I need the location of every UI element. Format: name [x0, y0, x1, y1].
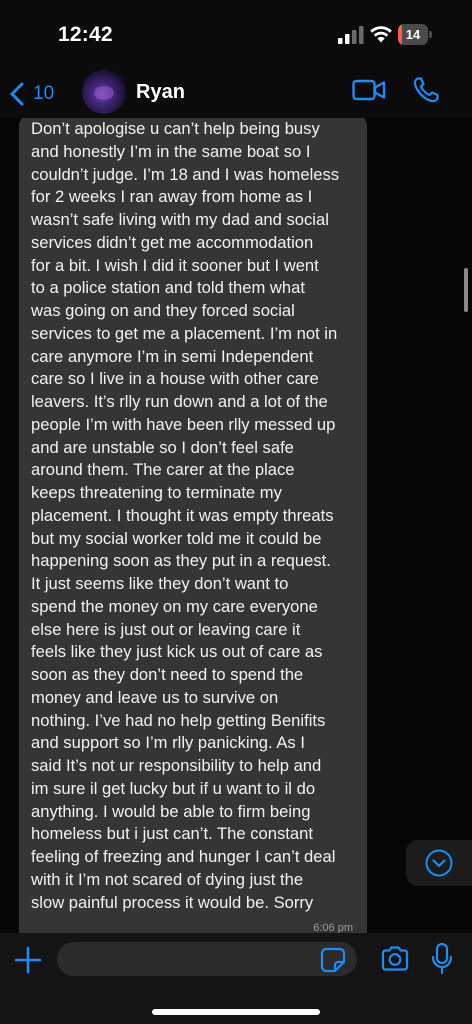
- battery-indicator: 14: [398, 24, 432, 46]
- video-camera-icon[interactable]: [352, 78, 386, 102]
- home-indicator: [152, 1009, 320, 1015]
- message-input[interactable]: [57, 942, 357, 976]
- message-bubble[interactable]: Don’t apologise u can’t help being busy …: [19, 118, 367, 933]
- status-bar: 12:42 14: [0, 0, 472, 70]
- chat-area[interactable]: Don’t apologise u can’t help being busy …: [0, 118, 472, 933]
- chevron-left-icon: [10, 82, 24, 106]
- back-button[interactable]: 10: [8, 76, 54, 112]
- sticker-icon[interactable]: [320, 947, 346, 973]
- avatar[interactable]: [82, 70, 126, 114]
- status-time: 12:42: [58, 23, 113, 46]
- message-text: Don’t apologise u can’t help being busy …: [31, 119, 340, 912]
- chevron-down-circle-icon: [425, 849, 453, 877]
- microphone-icon[interactable]: [430, 942, 454, 976]
- unread-count: 10: [33, 83, 55, 104]
- wifi-icon: [370, 26, 392, 43]
- plus-icon[interactable]: [14, 946, 42, 974]
- contact-name[interactable]: Ryan: [136, 81, 185, 104]
- phone-icon[interactable]: [412, 76, 440, 104]
- camera-icon[interactable]: [380, 945, 410, 973]
- message-timestamp: 6:06 pm: [313, 922, 353, 933]
- chat-header: 10 Ryan: [0, 70, 472, 118]
- battery-level: 14: [405, 27, 421, 42]
- scrollbar[interactable]: [464, 268, 468, 312]
- cellular-signal-icon: [338, 26, 364, 44]
- input-bar: [0, 933, 472, 1024]
- scroll-to-bottom-button[interactable]: [406, 840, 472, 886]
